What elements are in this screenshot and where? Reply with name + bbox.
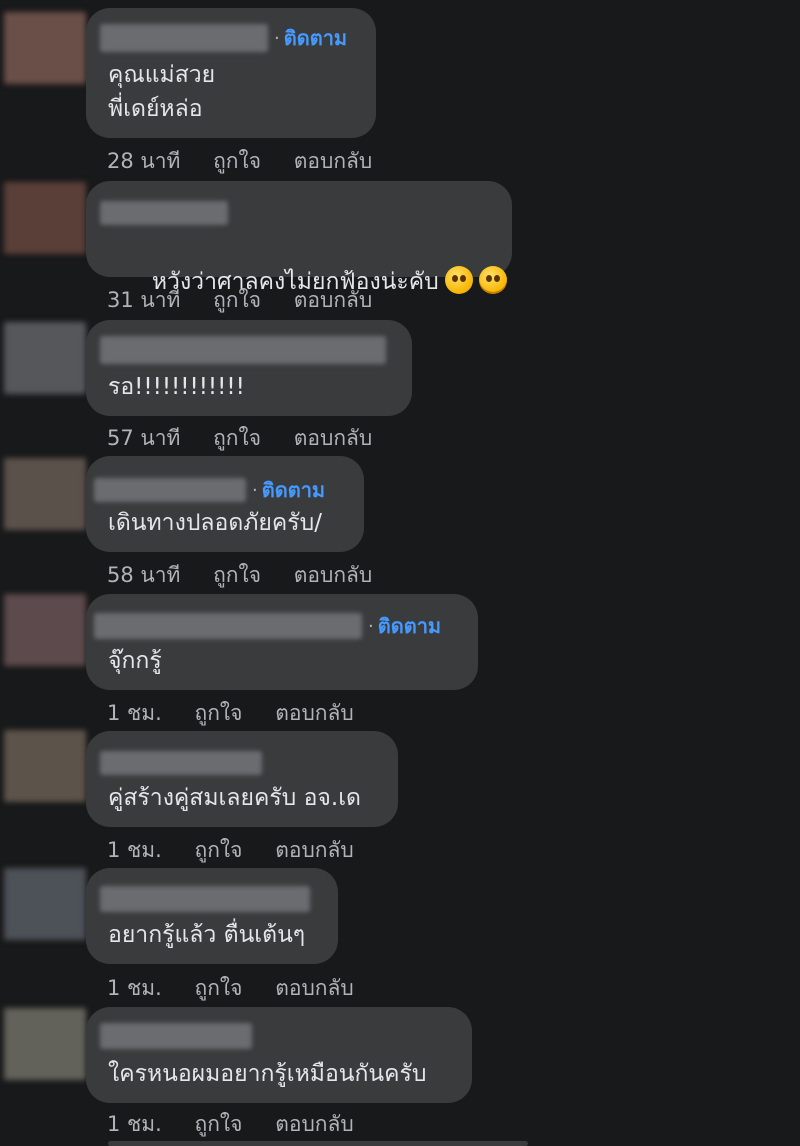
like-button[interactable]: ถูกใจ — [195, 976, 243, 1000]
separator-dot: · — [368, 615, 374, 637]
comment-actions: 58 นาที ถูกใจ ตอบกลับ — [107, 559, 398, 592]
comment-bubble: อยากรู้แล้ว ตื่นเต้นๆ — [86, 868, 338, 964]
commenter-name[interactable] — [100, 1023, 252, 1049]
avatar[interactable] — [4, 868, 86, 940]
pleading-face-emoji — [444, 266, 473, 294]
comment-bubble: หวังว่าศาลคงไม่ยกฟ้องน่ะคับ — [86, 181, 512, 295]
comment-text: รอ!!!!!!!!!!!! — [108, 374, 245, 400]
comment-time[interactable]: 31 นาที — [107, 288, 180, 312]
commenter-name[interactable] — [94, 613, 362, 639]
avatar[interactable] — [4, 1008, 86, 1080]
comment-actions: 1 ชม. ถูกใจ ตอบกลับ — [107, 1108, 380, 1141]
comment-bubble: · ติดตาม คุณแม่สวย พี่เดย์หล่อ — [86, 8, 376, 138]
follow-button[interactable]: ติดตาม — [262, 474, 325, 506]
reply-button[interactable]: ตอบกลับ — [275, 701, 354, 725]
comment-actions: 31 นาที ถูกใจ ตอบกลับ — [107, 284, 398, 317]
comment-actions: 1 ชม. ถูกใจ ตอบกลับ — [107, 972, 380, 1005]
comment-bubble: คู่สร้างคู่สมเลยครับ อจ.เด — [86, 731, 398, 827]
comment-time[interactable]: 1 ชม. — [107, 838, 162, 862]
like-button[interactable]: ถูกใจ — [213, 563, 261, 587]
comment-text: หวังว่าศาลคงไม่ยกฟ้องน่ะคับ — [108, 231, 507, 333]
comment-bubble: · ติดตาม เดินทางปลอดภัยครับ/ — [86, 456, 364, 552]
commenter-name[interactable] — [100, 336, 386, 364]
sad-face-emoji — [478, 266, 507, 294]
follow-button[interactable]: ติดตาม — [378, 610, 441, 642]
like-button[interactable]: ถูกใจ — [195, 1112, 243, 1136]
avatar[interactable] — [4, 12, 86, 84]
comment-text: เดินทางปลอดภัยครับ/ — [108, 510, 322, 536]
reply-button[interactable]: ตอบกลับ — [275, 976, 354, 1000]
commenter-name[interactable] — [94, 478, 246, 502]
comment-time[interactable]: 58 นาที — [107, 563, 180, 587]
comment-actions: 1 ชม. ถูกใจ ตอบกลับ — [107, 834, 380, 867]
comment-actions: 1 ชม. ถูกใจ ตอบกลับ — [107, 697, 380, 730]
separator-dot: · — [274, 27, 280, 49]
comment-actions: 57 นาที ถูกใจ ตอบกลับ — [107, 422, 398, 455]
avatar[interactable] — [4, 458, 86, 530]
reply-button[interactable]: ตอบกลับ — [275, 1112, 354, 1136]
avatar[interactable] — [4, 182, 86, 254]
comment-text: คุณแม่สวย พี่เดย์หล่อ — [108, 62, 216, 122]
comment-text: อยากรู้แล้ว ตื่นเต้นๆ — [108, 922, 306, 948]
comment-actions: 28 นาที ถูกใจ ตอบกลับ — [107, 145, 398, 178]
comment-time[interactable]: 57 นาที — [107, 426, 180, 450]
like-button[interactable]: ถูกใจ — [195, 701, 243, 725]
reply-button[interactable]: ตอบกลับ — [294, 563, 373, 587]
commenter-name[interactable] — [100, 24, 268, 52]
commenter-name[interactable] — [100, 201, 228, 225]
like-button[interactable]: ถูกใจ — [213, 426, 261, 450]
comment-time[interactable]: 28 นาที — [107, 149, 180, 173]
separator-dot: · — [252, 479, 258, 501]
reply-button[interactable]: ตอบกลับ — [275, 838, 354, 862]
comment-time[interactable]: 1 ชม. — [107, 1112, 162, 1136]
commenter-name[interactable] — [100, 886, 310, 912]
avatar[interactable] — [4, 594, 86, 666]
like-button[interactable]: ถูกใจ — [195, 838, 243, 862]
avatar[interactable] — [4, 322, 86, 394]
reply-button[interactable]: ตอบกลับ — [294, 288, 373, 312]
comment-time[interactable]: 1 ชม. — [107, 976, 162, 1000]
reply-button[interactable]: ตอบกลับ — [294, 149, 373, 173]
comment-bubble: รอ!!!!!!!!!!!! — [86, 320, 412, 416]
comment-text: ใครหนอผมอยากรู้เหมือนกันครับ — [108, 1061, 427, 1087]
like-button[interactable]: ถูกใจ — [213, 288, 261, 312]
comment-time[interactable]: 1 ชม. — [107, 701, 162, 725]
comment-text: จุ๊กกรู้ — [108, 648, 162, 674]
avatar[interactable] — [4, 730, 86, 802]
reply-button[interactable]: ตอบกลับ — [294, 426, 373, 450]
comment-bubble: ใครหนอผมอยากรู้เหมือนกันครับ — [86, 1007, 472, 1103]
comment-text: คู่สร้างคู่สมเลยครับ อจ.เด — [108, 785, 361, 811]
comment-bubble: · ติดตาม จุ๊กกรู้ — [86, 594, 478, 690]
follow-button[interactable]: ติดตาม — [284, 22, 347, 54]
like-button[interactable]: ถูกใจ — [213, 149, 261, 173]
next-comment-edge — [108, 1141, 528, 1146]
commenter-name[interactable] — [100, 751, 262, 775]
